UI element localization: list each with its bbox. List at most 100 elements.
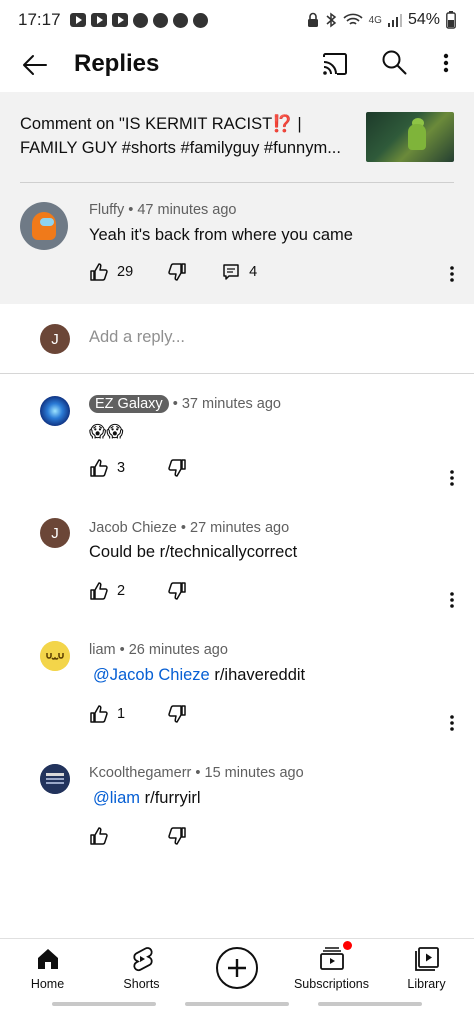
comment-age: 26 minutes ago — [128, 642, 228, 658]
more-options-button[interactable] — [436, 48, 456, 78]
add-reply-row: J Add a reply... — [0, 304, 474, 374]
dislike-button[interactable] — [167, 262, 187, 282]
avatar: J — [40, 324, 70, 354]
comment-age: 15 minutes ago — [204, 765, 304, 781]
youtube-notification-icon — [90, 13, 107, 27]
back-button[interactable] — [20, 50, 50, 80]
app-notification-icon — [152, 12, 168, 28]
video-context-header[interactable]: Comment on "IS KERMIT RACIST⁉️ | FAMILY … — [20, 112, 360, 160]
avatar[interactable] — [40, 396, 70, 426]
create-button[interactable] — [216, 947, 258, 989]
mention-link[interactable]: @liam — [93, 789, 140, 807]
comment-text: 😱😱 — [89, 423, 124, 441]
comment-more-button[interactable] — [444, 711, 460, 735]
nav-label: Library — [407, 977, 446, 991]
avatar-figure — [40, 218, 54, 226]
like-button[interactable]: 3 — [89, 458, 125, 478]
comment-author-badge[interactable]: EZ Galaxy — [89, 395, 169, 413]
dislike-button[interactable] — [167, 458, 187, 478]
comment-text: @liam r/furryirl — [89, 789, 201, 808]
avatar[interactable]: J — [40, 518, 70, 548]
comment-meta: Kcoolthegamerr • 15 minutes ago — [89, 765, 304, 781]
thumbs-up-icon — [90, 705, 108, 723]
comment-actions: 2 — [89, 581, 187, 601]
comment-actions — [89, 826, 187, 846]
notification-dot — [342, 941, 352, 950]
separator-dot: • — [195, 765, 201, 781]
app-notification-icon — [192, 12, 208, 28]
comment-age: 37 minutes ago — [181, 396, 281, 412]
comment-text: Could be r/technicallycorrect — [89, 543, 298, 561]
dislike-button[interactable] — [167, 826, 187, 846]
divider — [20, 182, 454, 183]
comment-age: 47 minutes ago — [137, 202, 237, 218]
comment-meta: EZ Galaxy • 37 minutes ago — [89, 395, 281, 413]
subscriptions-icon — [318, 941, 352, 973]
comment-more-button[interactable] — [444, 466, 460, 490]
dislike-button[interactable] — [167, 704, 187, 724]
nav-library[interactable]: Library — [379, 945, 474, 991]
status-time: 17:17 — [18, 10, 61, 29]
reply-count: 4 — [249, 264, 258, 280]
channel-avatar-icon — [40, 764, 70, 794]
reply-item: EZ Galaxy • 37 minutes ago 😱😱 3 — [0, 390, 474, 510]
like-button[interactable]: 2 — [89, 581, 125, 601]
mention-link[interactable]: @Jacob Chieze — [93, 666, 210, 684]
reply-item: J Jacob Chieze • 27 minutes ago Could be… — [0, 514, 474, 634]
reply-item: liam • 26 minutes ago @Jacob Chieze r/ih… — [0, 637, 474, 757]
comment-author[interactable]: Jacob Chieze — [89, 520, 177, 536]
avatar[interactable] — [40, 764, 70, 794]
comment-author[interactable]: Kcoolthegamerr — [89, 765, 191, 781]
separator-dot: • — [172, 396, 178, 412]
nav-subscriptions[interactable]: Subscriptions — [284, 941, 379, 991]
search-icon — [382, 50, 407, 75]
youtube-notification-icon — [69, 13, 86, 27]
parent-comment-section: Comment on "IS KERMIT RACIST⁉️ | FAMILY … — [0, 92, 474, 304]
gesture-bar — [52, 1002, 156, 1006]
youtube-notification-icon — [111, 13, 128, 27]
dislike-button[interactable] — [167, 581, 187, 601]
replies-button[interactable]: 4 — [221, 262, 257, 282]
comment-icon — [223, 264, 239, 280]
avatar[interactable] — [20, 202, 68, 250]
comment-author[interactable]: liam — [89, 642, 116, 658]
video-thumbnail[interactable] — [366, 112, 454, 162]
comment-text: @Jacob Chieze r/ihavereddit — [89, 666, 305, 685]
nav-shorts[interactable]: Shorts — [94, 945, 189, 991]
arrow-left-icon — [23, 55, 47, 75]
comment-meta: Fluffy • 47 minutes ago — [89, 202, 237, 218]
separator-dot: • — [180, 520, 186, 536]
like-button[interactable]: 29 — [89, 262, 133, 282]
home-icon — [34, 945, 62, 973]
battery-icon — [446, 11, 456, 29]
avatar[interactable] — [40, 641, 70, 671]
more-vertical-icon — [443, 53, 449, 73]
nav-home[interactable]: Home — [0, 945, 95, 991]
comment-meta: liam • 26 minutes ago — [89, 642, 228, 658]
wifi-icon — [343, 13, 363, 25]
thumbs-up-icon — [90, 582, 108, 600]
separator-dot: • — [128, 202, 134, 218]
like-count: 1 — [117, 706, 126, 722]
comment-more-button[interactable] — [444, 588, 460, 612]
battery-percentage: 54% — [407, 11, 440, 28]
thumbs-down-icon — [168, 459, 186, 477]
comment-actions: 1 — [89, 704, 187, 724]
comment-author[interactable]: Fluffy — [89, 202, 124, 218]
cast-button[interactable] — [320, 49, 350, 79]
bluetooth-icon — [326, 12, 336, 28]
comment-more-button[interactable] — [444, 262, 460, 291]
thumbs-down-icon — [168, 705, 186, 723]
status-bar: 17:17 4G 54% — [0, 0, 474, 40]
thumbnail-figure — [408, 124, 426, 150]
like-button[interactable] — [89, 826, 117, 846]
thumbs-up-icon — [90, 459, 108, 477]
lock-icon — [307, 12, 318, 27]
add-reply-input[interactable]: Add a reply... — [89, 328, 185, 347]
comment-text-body: r/furryirl — [144, 789, 201, 807]
like-button[interactable]: 1 — [89, 704, 125, 724]
search-button[interactable] — [380, 48, 410, 78]
thumbs-down-icon — [168, 827, 186, 845]
avatar-figure — [32, 212, 56, 240]
plus-icon — [228, 959, 246, 977]
